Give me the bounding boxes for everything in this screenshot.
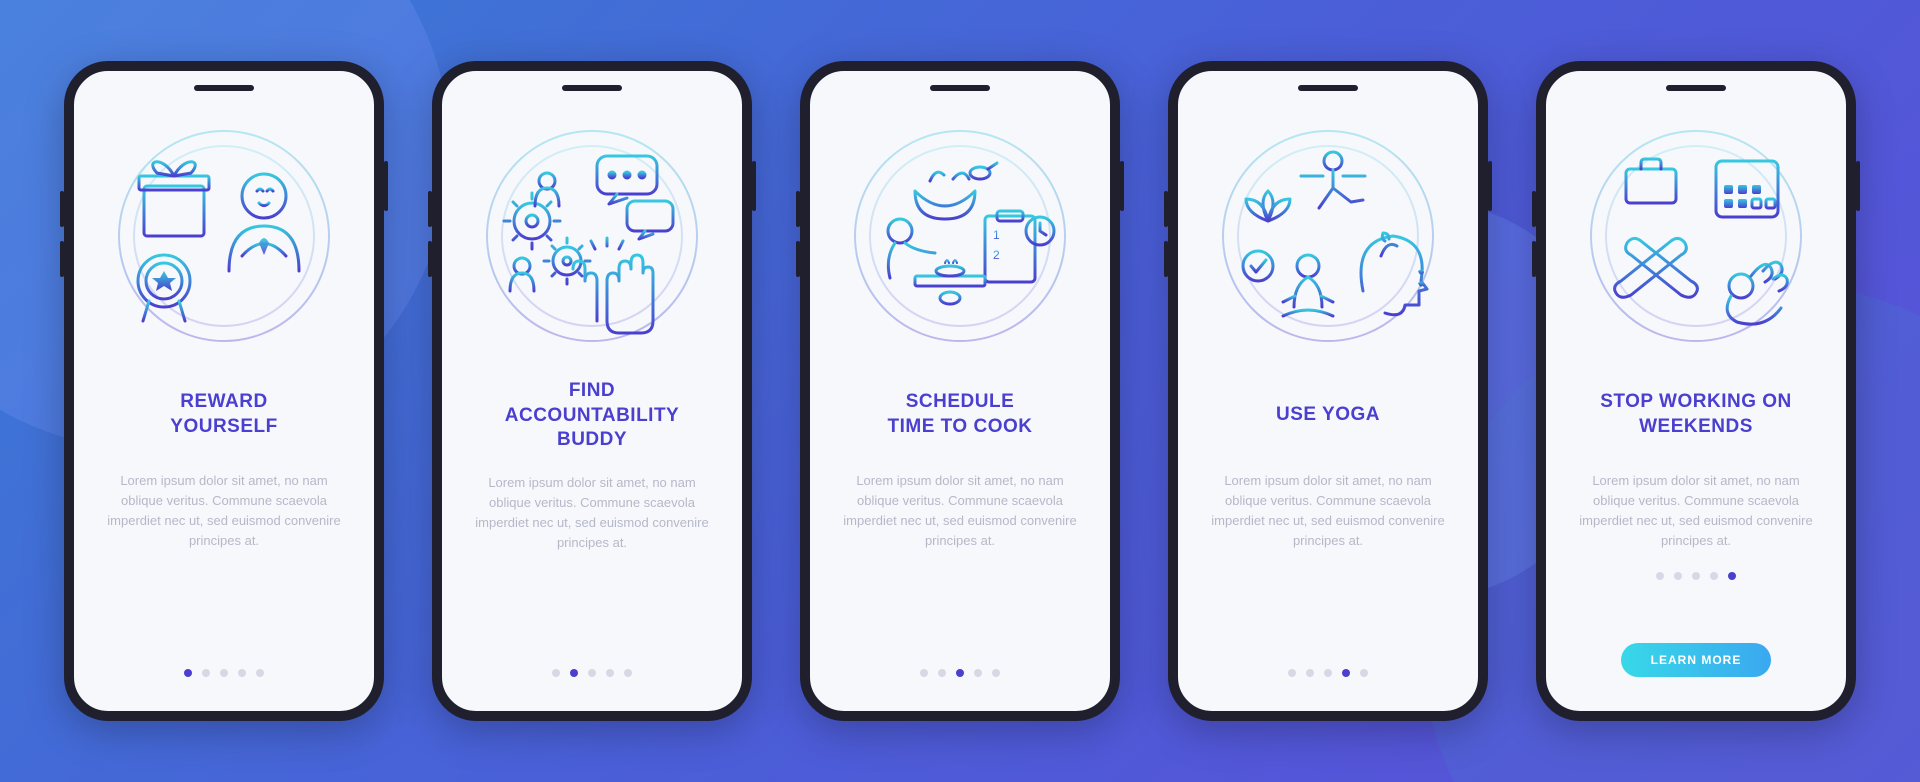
phone-reward: REWARD YOURSELF Lorem ipsum dolor sit am…	[64, 61, 384, 721]
dot[interactable]	[1710, 572, 1718, 580]
dot[interactable]	[220, 669, 228, 677]
card-title: STOP WORKING ON WEEKENDS	[1600, 379, 1792, 451]
card-desc: Lorem ipsum dolor sit amet, no nam obliq…	[102, 471, 346, 552]
phone-accountability: FIND ACCOUNTABILITY BUDDY Lorem ipsum do…	[432, 61, 752, 721]
pagination-dots	[552, 669, 632, 681]
dot[interactable]	[256, 669, 264, 677]
dot[interactable]	[1360, 669, 1368, 677]
dot[interactable]	[238, 669, 246, 677]
card-title: FIND ACCOUNTABILITY BUDDY	[505, 379, 679, 453]
dot[interactable]	[606, 669, 614, 677]
card-title: REWARD YOURSELF	[170, 379, 277, 451]
dot[interactable]	[1324, 669, 1332, 677]
card-title: SCHEDULE TIME TO COOK	[888, 379, 1033, 451]
accountability-icon	[477, 121, 707, 351]
dot[interactable]	[1656, 572, 1664, 580]
pagination-dots	[920, 669, 1000, 681]
weekends-icon	[1581, 121, 1811, 351]
dot[interactable]	[624, 669, 632, 677]
phone-yoga: USE YOGA Lorem ipsum dolor sit amet, no …	[1168, 61, 1488, 721]
learn-more-button[interactable]: LEARN MORE	[1621, 643, 1772, 677]
dot[interactable]	[1342, 669, 1350, 677]
card-title: USE YOGA	[1276, 379, 1380, 451]
card-desc: Lorem ipsum dolor sit amet, no nam obliq…	[470, 473, 714, 554]
card-desc: Lorem ipsum dolor sit amet, no nam obliq…	[1574, 471, 1818, 552]
dot[interactable]	[1306, 669, 1314, 677]
card-desc: Lorem ipsum dolor sit amet, no nam obliq…	[1206, 471, 1450, 552]
dot[interactable]	[938, 669, 946, 677]
phone-weekends: STOP WORKING ON WEEKENDS Lorem ipsum dol…	[1536, 61, 1856, 721]
cook-icon: 1 2	[845, 121, 1075, 351]
dot[interactable]	[1288, 669, 1296, 677]
dot[interactable]	[956, 669, 964, 677]
dot[interactable]	[588, 669, 596, 677]
pagination-dots	[1656, 572, 1736, 584]
dot[interactable]	[570, 669, 578, 677]
dot[interactable]	[992, 669, 1000, 677]
dot[interactable]	[184, 669, 192, 677]
dot[interactable]	[974, 669, 982, 677]
dot[interactable]	[920, 669, 928, 677]
dot[interactable]	[1674, 572, 1682, 580]
pagination-dots	[1288, 669, 1368, 681]
reward-icon	[109, 121, 339, 351]
phone-cook: 1 2 SC	[800, 61, 1120, 721]
dot[interactable]	[1692, 572, 1700, 580]
phones-row: REWARD YOURSELF Lorem ipsum dolor sit am…	[0, 0, 1920, 782]
card-desc: Lorem ipsum dolor sit amet, no nam obliq…	[838, 471, 1082, 552]
svg-text:1: 1	[993, 228, 1000, 242]
dot[interactable]	[202, 669, 210, 677]
svg-text:2: 2	[993, 248, 1000, 262]
pagination-dots	[184, 669, 264, 681]
dot[interactable]	[1728, 572, 1736, 580]
yoga-icon	[1213, 121, 1443, 351]
dot[interactable]	[552, 669, 560, 677]
